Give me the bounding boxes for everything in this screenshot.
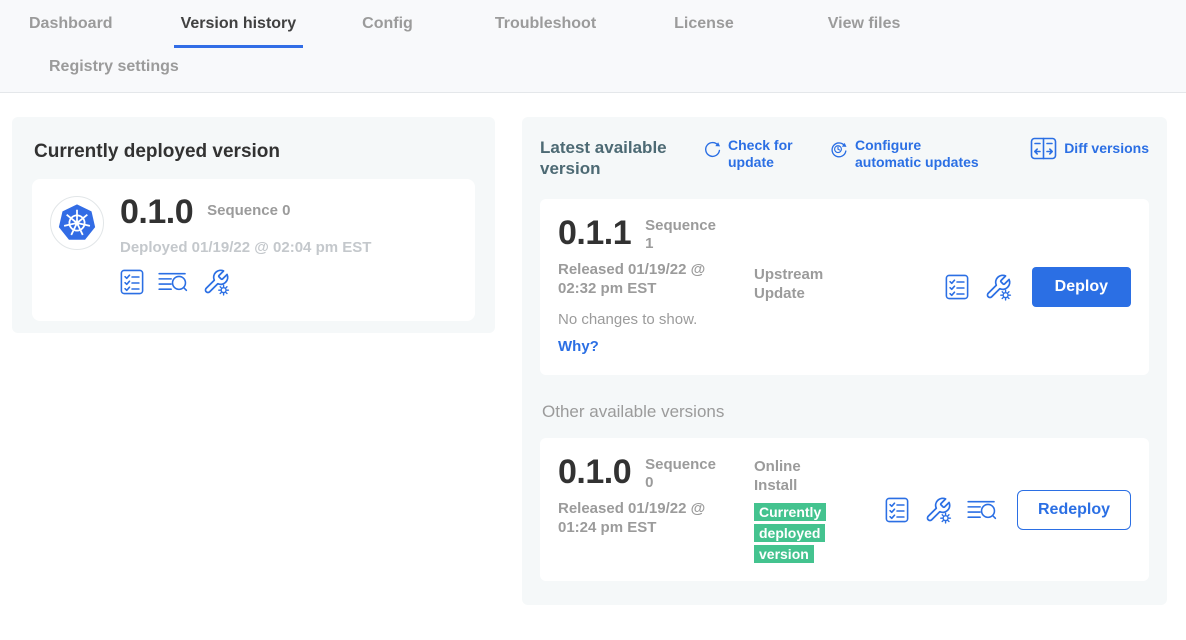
- tab-dashboard[interactable]: Dashboard: [22, 15, 120, 48]
- current-version-info: 0.1.0 Sequence 0 Deployed 01/19/22 @ 02:…: [120, 194, 371, 306]
- latest-version-actions: Deploy: [945, 267, 1131, 307]
- other-version-card: 0.1.0 Sequence 0 Released 01/19/22 @ 01:…: [540, 438, 1149, 581]
- other-sequence-label: Sequence 0: [645, 456, 717, 492]
- check-for-update-label: Check for update: [728, 137, 804, 171]
- tab-troubleshoot[interactable]: Troubleshoot: [488, 15, 603, 48]
- current-version-card: 0.1.0 Sequence 0 Deployed 01/19/22 @ 02:…: [32, 179, 475, 321]
- diff-versions-link[interactable]: Diff versions: [1030, 137, 1149, 160]
- other-version-actions: Redeploy: [885, 490, 1131, 530]
- refresh-icon: [702, 138, 721, 159]
- redeploy-button[interactable]: Redeploy: [1017, 490, 1131, 530]
- configure-automatic-updates-link[interactable]: Configure automatic updates: [828, 137, 987, 171]
- tab-registry-settings[interactable]: Registry settings: [42, 58, 1186, 78]
- content-area: Currently deployed version: [0, 93, 1186, 635]
- deploy-logs-icon[interactable]: [967, 498, 997, 522]
- config-wrench-gear-icon[interactable]: [202, 268, 230, 296]
- latest-sequence-label: Sequence 1: [645, 217, 717, 253]
- other-source-label: Online Install: [754, 457, 810, 495]
- latest-version-info: 0.1.1 Sequence 1 Released 01/19/22 @ 02:…: [558, 215, 754, 359]
- current-version-number: 0.1.0: [120, 194, 193, 230]
- diff-versions-label: Diff versions: [1064, 140, 1149, 157]
- deploy-button[interactable]: Deploy: [1032, 267, 1131, 307]
- latest-version-card: 0.1.1 Sequence 1 Released 01/19/22 @ 02:…: [540, 199, 1149, 375]
- primary-tab-bar: Dashboard Version history Config Trouble…: [0, 15, 1186, 48]
- latest-available-title: Latest available version: [540, 137, 686, 179]
- available-versions-panel: Latest available version Check for updat…: [522, 117, 1167, 605]
- latest-version-number: 0.1.1: [558, 215, 631, 251]
- preflight-checklist-icon[interactable]: [885, 497, 909, 523]
- latest-version-header: Latest available version Check for updat…: [540, 137, 1149, 179]
- latest-source-column: Upstream Update: [754, 215, 866, 359]
- scheduled-update-icon: [828, 138, 848, 160]
- currently-deployed-title: Currently deployed version: [34, 141, 495, 163]
- preflight-checklist-icon[interactable]: [120, 269, 144, 295]
- app-logo: [50, 196, 104, 250]
- currently-deployed-badge: Currently deployed version: [754, 502, 826, 565]
- currently-deployed-badge-text: Currently deployed version: [754, 503, 826, 563]
- other-versions-title: Other available versions: [542, 402, 1149, 422]
- latest-released-timestamp: Released 01/19/22 @ 02:32 pm EST: [558, 260, 720, 298]
- current-deployed-timestamp: Deployed 01/19/22 @ 02:04 pm EST: [120, 239, 371, 256]
- kubernetes-logo-icon: [54, 200, 100, 246]
- app-header: Dashboard Version history Config Trouble…: [0, 0, 1186, 93]
- tab-view-files[interactable]: View files: [821, 15, 908, 48]
- why-link[interactable]: Why?: [558, 338, 599, 355]
- other-version-number: 0.1.0: [558, 454, 631, 490]
- other-version-info: 0.1.0 Sequence 0 Released 01/19/22 @ 01:…: [558, 454, 754, 565]
- tab-version-history[interactable]: Version history: [174, 15, 304, 48]
- config-wrench-gear-icon[interactable]: [984, 273, 1012, 301]
- latest-source-label: Upstream Update: [754, 265, 834, 303]
- current-version-actions: [120, 268, 371, 296]
- config-wrench-gear-icon[interactable]: [924, 496, 952, 524]
- secondary-tab-bar: Registry settings: [0, 48, 1186, 92]
- deploy-logs-icon[interactable]: [158, 270, 188, 294]
- current-sequence-label: Sequence 0: [207, 202, 290, 219]
- other-released-timestamp: Released 01/19/22 @ 01:24 pm EST: [558, 499, 720, 537]
- tab-config[interactable]: Config: [355, 15, 420, 48]
- diff-icon: [1030, 137, 1057, 160]
- latest-changes-text: No changes to show.: [558, 311, 754, 328]
- other-source-column: Online Install Currently deployed versio…: [754, 454, 866, 565]
- configure-automatic-updates-label: Configure automatic updates: [855, 137, 987, 171]
- currently-deployed-panel: Currently deployed version: [12, 117, 495, 333]
- preflight-checklist-icon[interactable]: [945, 274, 969, 300]
- tab-license[interactable]: License: [667, 15, 741, 48]
- check-for-update-link[interactable]: Check for update: [702, 137, 804, 171]
